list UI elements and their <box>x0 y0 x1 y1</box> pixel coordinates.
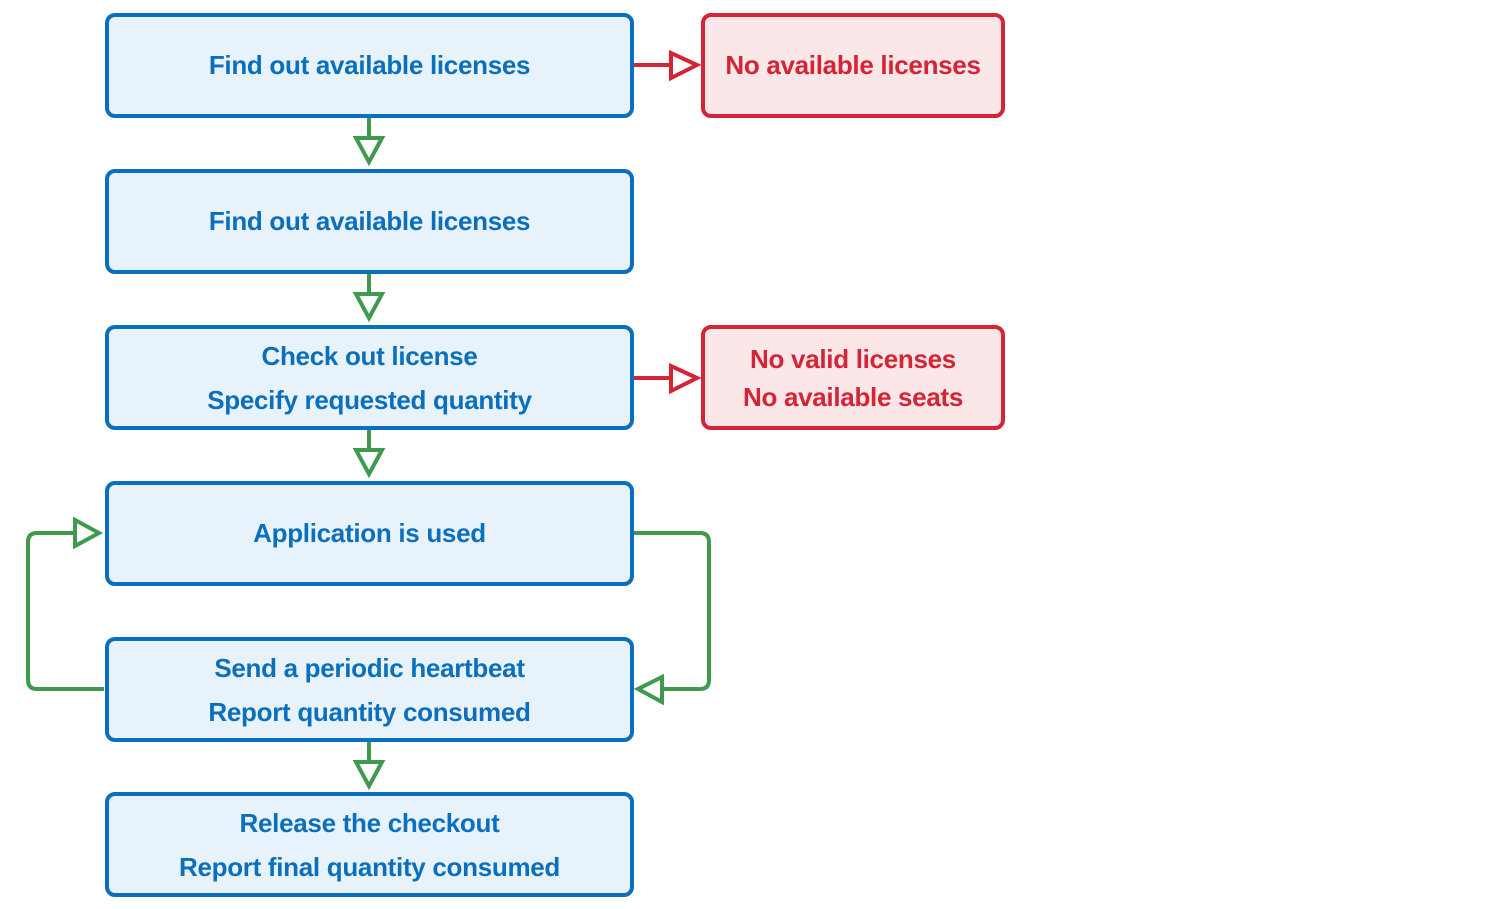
step-sublabel: Report final quantity consumed <box>178 851 561 882</box>
step-application-is-used: Application is used <box>105 481 634 586</box>
step-find-available-licenses-2: Find out available licenses <box>105 169 634 274</box>
step-label: Find out available licenses <box>208 205 531 236</box>
loop-path <box>26 531 104 691</box>
arrow-step3-to-step4 <box>352 430 386 479</box>
arrowhead-icon <box>669 362 702 395</box>
arrowhead-icon <box>352 292 386 323</box>
step-check-out-license: Check out license Specify requested quan… <box>105 325 634 430</box>
step-label: Send a periodic heartbeat <box>214 652 525 683</box>
step-sublabel: Specify requested quantity <box>207 384 532 415</box>
step-label: Check out license <box>261 340 478 371</box>
step-label: Release the checkout <box>239 807 500 838</box>
error-label: No valid licenses <box>750 343 956 374</box>
arrow-step2-to-step3 <box>352 274 386 323</box>
arrowhead-icon <box>669 49 702 82</box>
step-send-heartbeat: Send a periodic heartbeat Report quantit… <box>105 637 634 742</box>
arrowhead-icon <box>352 448 386 479</box>
step-find-available-licenses-1: Find out available licenses <box>105 13 634 118</box>
step-release-checkout: Release the checkout Report final quanti… <box>105 792 634 897</box>
step-sublabel: Report quantity consumed <box>208 696 531 727</box>
loop-path <box>634 531 711 691</box>
arrow-step3-to-error2 <box>634 362 702 395</box>
error-no-available-licenses: No available licenses <box>701 13 1005 118</box>
error-label: No available licenses <box>725 49 981 80</box>
arrow-step4-to-step5-loop <box>633 531 711 706</box>
step-label: Find out available licenses <box>208 49 531 80</box>
error-no-valid-licenses: No valid licenses No available seats <box>701 325 1005 430</box>
arrow-step1-to-step2 <box>352 118 386 167</box>
error-sublabel: No available seats <box>742 381 964 412</box>
arrowhead-icon <box>352 760 386 791</box>
step-label: Application is used <box>253 517 486 548</box>
arrowhead-icon <box>352 136 386 167</box>
arrow-step1-to-error1 <box>634 49 702 82</box>
arrow-step5-to-step6 <box>352 742 386 791</box>
arrowhead-icon <box>633 673 664 706</box>
connectors-layer <box>26 49 711 791</box>
arrowhead-icon <box>73 516 104 550</box>
arrow-step5-to-step4-loop <box>26 516 104 691</box>
